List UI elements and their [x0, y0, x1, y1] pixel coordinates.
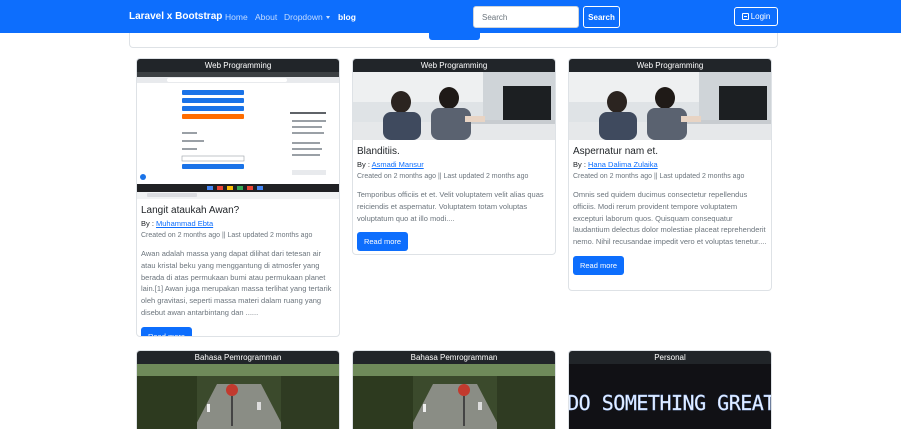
category-badge[interactable]: Bahasa Pemrogramman — [353, 351, 555, 364]
author-link[interactable]: Asmadi Mansur — [372, 160, 424, 169]
author-link[interactable]: Hana Dalima Zulaika — [588, 160, 658, 169]
post-image — [137, 364, 339, 429]
read-more-button[interactable]: Read more — [573, 255, 624, 275]
nav-home[interactable]: Home — [225, 12, 248, 22]
nav-about[interactable]: About — [255, 12, 277, 22]
post-excerpt: Temporibus officiis et et. Velit volupta… — [357, 190, 544, 223]
by-label: By : — [141, 219, 154, 228]
author-link[interactable]: Muhammad Ebta — [156, 219, 213, 228]
post-meta: Created on 2 months ago || Last updated … — [357, 173, 529, 180]
post-card: Bahasa Pemrogramman — [352, 350, 556, 429]
by-label: By : — [357, 160, 370, 169]
post-excerpt: Omnis sed quidem ducimus consectetur rep… — [573, 190, 767, 247]
post-card: Web Programming Aspernatur nam et. By : … — [568, 58, 772, 291]
login-button[interactable]: Login — [734, 7, 778, 26]
post-title[interactable]: Langit ataukah Awan? — [141, 205, 335, 216]
post-author-line: By : Asmadi Mansur — [357, 160, 551, 169]
post-excerpt: Awan adalah massa yang dapat dilihat dar… — [141, 249, 332, 317]
post-meta: Created on 2 months ago || Last updated … — [141, 232, 313, 239]
nav-dropdown-label: Dropdown — [284, 12, 323, 22]
category-badge[interactable]: Web Programming — [569, 59, 771, 72]
post-meta: Created on 2 months ago || Last updated … — [573, 173, 745, 180]
search-button[interactable]: Search — [583, 6, 620, 28]
chevron-down-icon — [325, 16, 330, 20]
nav-dropdown[interactable]: Dropdown — [284, 12, 330, 22]
category-badge[interactable]: Bahasa Pemrogramman — [137, 351, 339, 364]
category-badge[interactable]: Web Programming — [137, 59, 339, 72]
post-title[interactable]: Aspernatur nam et. — [573, 146, 767, 157]
neon-sign-text: DO SOMETHING GREAT — [569, 391, 772, 415]
read-more-button[interactable]: Read more — [141, 326, 192, 336]
post-image — [353, 72, 555, 140]
post-card: Bahasa Pemrogramman — [136, 350, 340, 429]
search-input[interactable] — [473, 6, 579, 28]
nav-blog[interactable]: blog — [338, 12, 356, 22]
post-image — [137, 72, 339, 199]
post-image — [353, 364, 555, 429]
navbar: Laravel x Bootstrap Home About Dropdown … — [0, 0, 901, 33]
read-more-button[interactable]: Read more — [357, 232, 408, 252]
by-label: By : — [573, 160, 586, 169]
post-title[interactable]: Blanditiis. — [357, 146, 551, 157]
post-card: Personal DO SOMETHING GREAT — [568, 350, 772, 429]
login-label: Login — [750, 12, 771, 21]
post-card: Web Programming Blanditiis. By : Asmadi … — [352, 58, 556, 255]
login-icon — [741, 13, 749, 20]
post-author-line: By : Muhammad Ebta — [141, 219, 335, 228]
brand-link[interactable]: Laravel x Bootstrap — [129, 11, 222, 22]
category-badge[interactable]: Personal — [569, 351, 771, 364]
post-author-line: By : Hana Dalima Zulaika — [573, 160, 767, 169]
post-image: DO SOMETHING GREAT — [569, 364, 771, 429]
category-badge[interactable]: Web Programming — [353, 59, 555, 72]
post-image — [569, 72, 771, 140]
post-card: Web Programming Langit ataukah Awan? By … — [136, 58, 340, 337]
